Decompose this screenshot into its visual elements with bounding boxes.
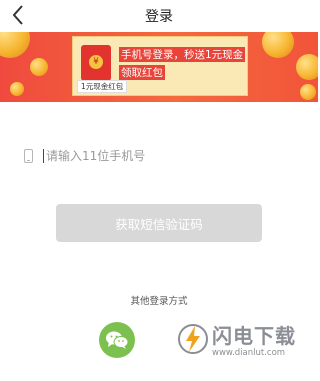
watermark-logo-icon — [178, 322, 208, 356]
wechat-icon — [106, 331, 129, 349]
coin-icon — [30, 58, 48, 76]
promo-tag: 1元现金红包 — [77, 80, 128, 93]
coin-icon — [262, 32, 294, 58]
phone-field — [24, 146, 304, 168]
coin-icon — [10, 82, 24, 96]
top-bar: 登录 — [0, 0, 318, 32]
coin-icon — [0, 32, 30, 58]
phone-icon — [24, 149, 33, 163]
promo-text: 手机号登录，秒送1元现金 — [119, 47, 246, 62]
wechat-login-button[interactable] — [99, 322, 135, 358]
promo-subtext: 领取红包 — [119, 65, 165, 80]
text-cursor — [43, 149, 44, 163]
red-envelope-icon: ¥ — [81, 45, 111, 81]
coin-icon — [296, 54, 318, 80]
phone-input[interactable] — [42, 146, 296, 166]
watermark-title: 闪电下载 — [212, 324, 296, 348]
other-login-label: 其他登录方式 — [130, 296, 188, 307]
watermark-url: www.dianlut.com — [212, 348, 286, 358]
red-packet-card[interactable]: ¥ 手机号登录，秒送1元现金 领取红包 1元现金红包 — [72, 36, 248, 96]
coin-icon — [300, 84, 316, 100]
page-title: 登录 — [145, 9, 173, 25]
get-sms-code-button[interactable]: 获取短信验证码 — [56, 204, 262, 242]
promo-banner[interactable]: ¥ 手机号登录，秒送1元现金 领取红包 1元现金红包 — [0, 32, 318, 102]
